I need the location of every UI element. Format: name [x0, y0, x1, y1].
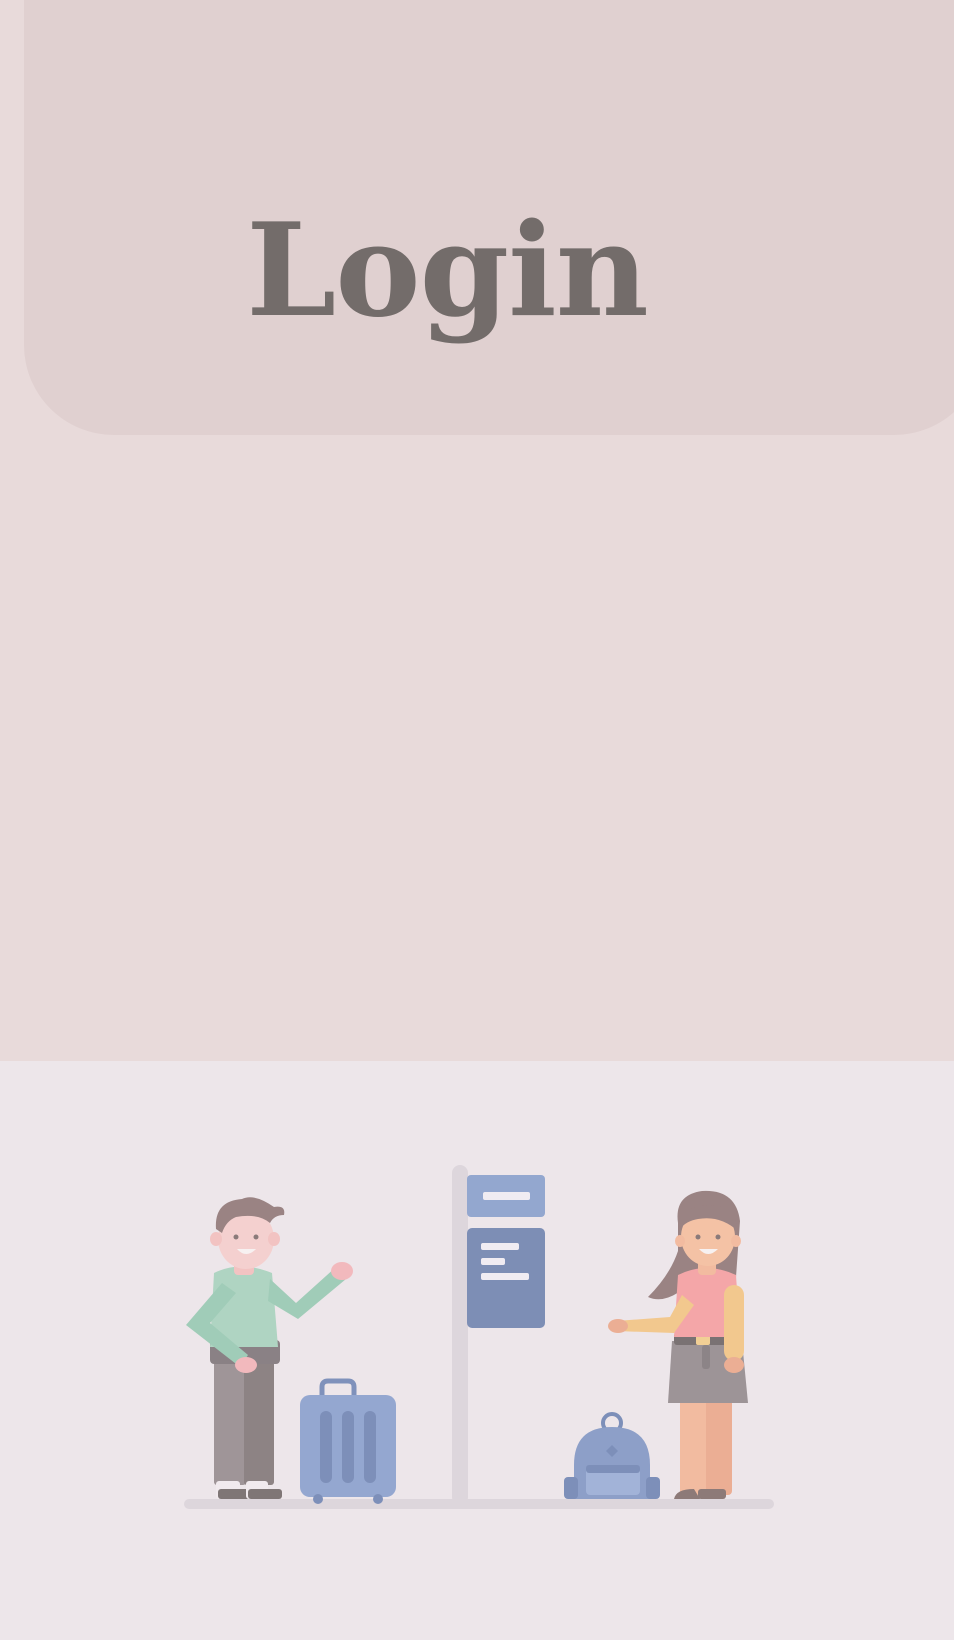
login-screen-top: Login — [0, 0, 954, 1061]
page-title: Login — [246, 196, 649, 346]
travelers-illustration — [184, 1165, 774, 1509]
backpack-icon — [564, 1412, 660, 1499]
signpost-icon — [452, 1165, 545, 1505]
suitcase-icon — [300, 1378, 396, 1504]
ground-line — [184, 1499, 774, 1509]
